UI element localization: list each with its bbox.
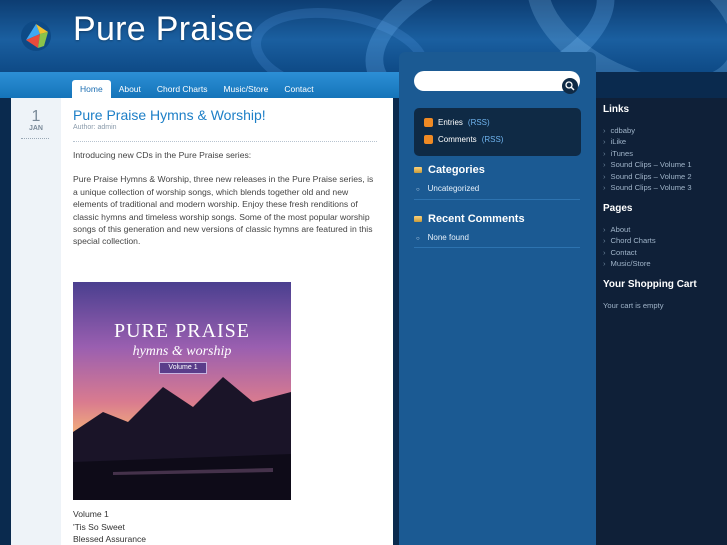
- track-item: Volume 1: [73, 509, 109, 519]
- link-item[interactable]: Sound Clips – Volume 2: [603, 172, 692, 181]
- category-item[interactable]: Uncategorized: [416, 184, 480, 193]
- right-sidebar: Links cdbaby iLike iTunes Sound Clips – …: [596, 98, 727, 545]
- nav-music-store[interactable]: Music/Store: [215, 80, 276, 98]
- post-date-month: JAN: [28, 125, 43, 132]
- nav-bar: Home About Chord Charts Music/Store Cont…: [0, 72, 400, 98]
- sidebar-divider: [414, 247, 580, 248]
- post-paragraph: Introducing new CDs in the Pure Praise s…: [73, 150, 252, 160]
- page-item[interactable]: Chord Charts: [603, 236, 656, 245]
- track-item: 'Tis So Sweet: [73, 521, 125, 532]
- rss-entries[interactable]: Entries (RSS): [424, 118, 490, 127]
- nav-contact[interactable]: Contact: [276, 80, 321, 98]
- page-item[interactable]: Contact: [603, 248, 637, 257]
- rss-icon: [424, 118, 433, 127]
- site-title[interactable]: Pure Praise: [73, 10, 254, 49]
- nav-chord-charts[interactable]: Chord Charts: [149, 80, 216, 98]
- main-content: 1 JAN Pure Praise Hymns & Worship! Autho…: [11, 98, 393, 545]
- date-divider: [21, 138, 49, 139]
- rss-entries-label: Entries: [438, 118, 463, 127]
- rss-comments-label: Comments: [438, 135, 477, 144]
- link-item[interactable]: iLike: [603, 137, 627, 146]
- cart-heading: Your Shopping Cart: [603, 279, 697, 290]
- nav-home[interactable]: Home: [72, 80, 111, 98]
- rss-icon: [424, 135, 433, 144]
- categories-heading: Categories: [414, 164, 485, 176]
- dove-logo-icon[interactable]: [20, 20, 52, 52]
- track-item: Blessed Assurance: [73, 534, 147, 545]
- album-subtitle: hymns & worship: [132, 344, 232, 359]
- recent-comment-item: None found: [416, 233, 469, 242]
- rss-entries-link[interactable]: (RSS): [468, 118, 490, 127]
- nav-about[interactable]: About: [111, 80, 149, 98]
- sidebar-divider: [414, 199, 580, 200]
- post-date-column: 1 JAN: [11, 98, 61, 545]
- track-list: Volume 1 'Tis So Sweet Blessed Assurance: [73, 508, 146, 545]
- rss-box: Entries (RSS) Comments (RSS): [414, 108, 581, 156]
- page-item[interactable]: About: [603, 225, 631, 234]
- post-divider: [73, 141, 377, 142]
- post-author: Author: admin: [73, 124, 117, 131]
- site-header: Pure Praise: [0, 0, 727, 72]
- link-item[interactable]: Sound Clips – Volume 1: [603, 160, 692, 169]
- main-nav: Home About Chord Charts Music/Store Cont…: [72, 80, 322, 98]
- page-item[interactable]: Music/Store: [603, 259, 651, 268]
- album-volume-badge: Volume 1: [159, 362, 207, 374]
- link-item[interactable]: cdbaby: [603, 126, 636, 135]
- post-body: Introducing new CDs in the Pure Praise s…: [73, 149, 378, 260]
- mountain-silhouette: [73, 377, 291, 500]
- pages-heading: Pages: [603, 203, 633, 214]
- categories-heading-label: Categories: [428, 164, 485, 176]
- recent-comments-heading: Recent Comments: [414, 213, 525, 225]
- links-heading: Links: [603, 104, 630, 115]
- folder-icon: [414, 216, 422, 222]
- search-icon[interactable]: [562, 78, 578, 94]
- post-title[interactable]: Pure Praise Hymns & Worship!: [73, 107, 266, 123]
- album-cover-image: PURE PRAISE hymns & worship Volume 1: [73, 282, 291, 500]
- recent-comments-heading-label: Recent Comments: [428, 213, 525, 225]
- link-item[interactable]: iTunes: [603, 149, 634, 158]
- search-input[interactable]: [414, 71, 580, 91]
- cart-status: Your cart is empty: [603, 301, 664, 310]
- album-title: PURE PRAISE: [113, 320, 251, 342]
- folder-icon: [414, 167, 422, 173]
- rss-comments[interactable]: Comments (RSS): [424, 135, 503, 144]
- middle-sidebar: Entries (RSS) Comments (RSS) Categories …: [399, 52, 596, 545]
- post-paragraph: Pure Praise Hymns & Worship, three new r…: [73, 174, 374, 247]
- post-date-day: 1: [31, 108, 41, 125]
- link-item[interactable]: Sound Clips – Volume 3: [603, 183, 692, 192]
- rss-comments-link[interactable]: (RSS): [482, 135, 504, 144]
